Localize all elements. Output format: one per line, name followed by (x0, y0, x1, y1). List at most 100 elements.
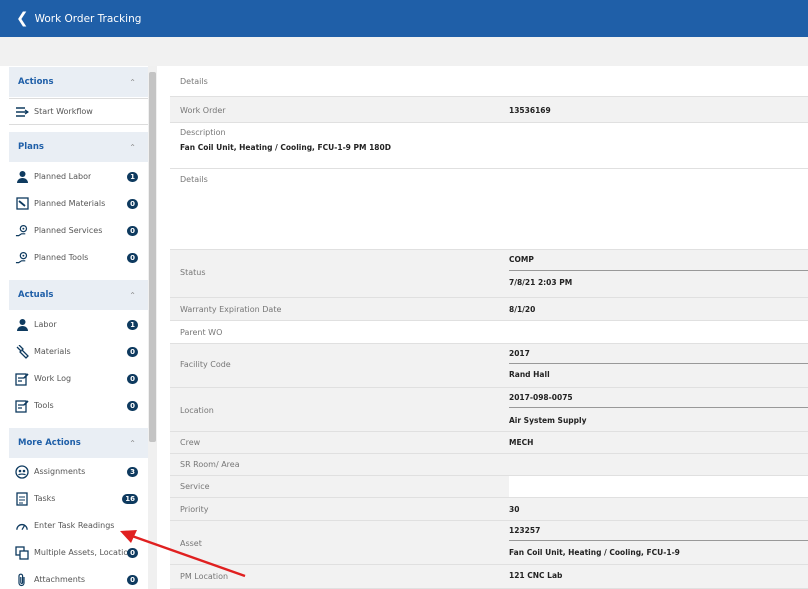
field-work-order: Work Order 13536169 (170, 97, 808, 123)
sidebar-item-label: Tools (34, 401, 54, 410)
sidebar-item-label: Attachments (34, 575, 86, 584)
chevron-up-icon[interactable]: ⌃ (129, 291, 136, 300)
sidebar-item-label: Tasks (34, 494, 56, 503)
field-label: Status (180, 268, 206, 277)
field-priority: Priority 30 (170, 498, 808, 521)
field-label: Description (180, 128, 226, 137)
services-icon (15, 224, 29, 238)
description-value[interactable]: Fan Coil Unit, Heating / Cooling, FCU-1-… (180, 143, 391, 152)
sidebar-item-attachments[interactable]: Attachments 0 (9, 566, 148, 589)
section-title: Plans (18, 142, 44, 152)
field-label: Service (180, 482, 210, 491)
work-order-value: 13536169 (509, 106, 551, 115)
sidebar-item-label: Labor (34, 320, 57, 329)
sidebar-item-tasks[interactable]: Tasks 16 (9, 485, 148, 512)
count-badge: 1 (127, 171, 138, 182)
sidebar-item-assignments[interactable]: Assignments 3 (9, 458, 148, 485)
section-header-actuals[interactable]: Actuals ⌃ (9, 280, 148, 310)
details-section-header: Details (170, 66, 808, 97)
sidebar-item-start-workflow[interactable]: Start Workflow (9, 98, 148, 125)
field-label: Facility Code (180, 360, 231, 369)
section-header-plans[interactable]: Plans ⌃ (9, 132, 148, 162)
count-badge: 0 (127, 346, 138, 357)
count-badge: 0 (127, 400, 138, 411)
service-input[interactable] (509, 476, 808, 497)
field-label: Work Order (180, 106, 226, 115)
count-badge: 0 (127, 373, 138, 384)
worklog-icon (15, 372, 29, 386)
count-badge: 0 (127, 547, 138, 558)
sidebar-item-multiple-assets[interactable]: Multiple Assets, Locations 0 (9, 539, 148, 566)
status-value[interactable]: COMP (509, 255, 534, 264)
count-badge: 0 (127, 252, 138, 263)
location-value[interactable]: 2017-098-0075 (509, 393, 573, 402)
sidebar-item-planned-materials[interactable]: Planned Materials 0 (9, 190, 148, 217)
sidebar-item-label: Planned Tools (34, 253, 89, 262)
field-warranty: Warranty Expiration Date 8/1/20 (170, 298, 808, 321)
asset-value[interactable]: 123257 (509, 526, 540, 535)
sidebar-item-planned-services[interactable]: Planned Services 0 (9, 217, 148, 244)
divider (509, 540, 808, 541)
facility-description: Rand Hall (509, 370, 550, 379)
field-parent-wo[interactable]: Parent WO (170, 321, 808, 344)
count-badge: 0 (127, 198, 138, 209)
field-label: Location (180, 406, 214, 415)
sidebar-item-tools[interactable]: Tools 0 (9, 392, 148, 419)
field-label: Priority (180, 505, 209, 514)
workflow-icon (15, 105, 29, 119)
field-service[interactable]: Service (170, 476, 808, 498)
sidebar-scrollbar-thumb[interactable] (149, 72, 156, 442)
location-description: Air System Supply (509, 416, 587, 425)
tasks-icon (15, 491, 29, 506)
sidebar-item-materials[interactable]: Materials 0 (9, 338, 148, 365)
field-label: PM Location (180, 572, 229, 581)
crew-value[interactable]: MECH (509, 438, 533, 447)
priority-value[interactable]: 30 (509, 505, 519, 514)
chevron-up-icon[interactable]: ⌃ (129, 439, 136, 448)
sidebar-item-planned-tools[interactable]: Planned Tools 0 (9, 244, 148, 271)
field-facility-code: Facility Code 2017 Rand Hall (170, 344, 808, 388)
sidebar-item-label: Assignments (34, 467, 86, 476)
sidebar-item-label: Materials (34, 347, 71, 356)
field-label: Warranty Expiration Date (180, 305, 282, 314)
count-badge: 16 (122, 493, 138, 504)
tools-icon (15, 251, 29, 265)
divider (509, 407, 808, 408)
asset-description: Fan Coil Unit, Heating / Cooling, FCU-1-… (509, 548, 680, 557)
sidebar-item-work-log[interactable]: Work Log 0 (9, 365, 148, 392)
pm-location-value[interactable]: 121 CNC Lab (509, 571, 562, 580)
divider (509, 270, 808, 271)
paperclip-icon (15, 573, 29, 587)
chevron-up-icon[interactable]: ⌃ (129, 78, 136, 87)
field-location: Location 2017-098-0075 Air System Supply (170, 388, 808, 432)
facility-code-value[interactable]: 2017 (509, 349, 530, 358)
details-panel: Details Work Order 13536169 Description … (170, 66, 808, 589)
section-header-more-actions[interactable]: More Actions ⌃ (9, 428, 148, 458)
field-label: Crew (180, 438, 201, 447)
sidebar-item-label: Start Workflow (34, 107, 93, 116)
chevron-up-icon[interactable]: ⌃ (129, 143, 136, 152)
field-status: Status COMP 7/8/21 2:03 PM (170, 250, 808, 298)
page-title: Work Order Tracking (34, 12, 142, 25)
sidebar-item-planned-labor[interactable]: Planned Labor 1 (9, 163, 148, 190)
field-long-details[interactable]: Details (170, 169, 808, 250)
assignments-icon (15, 464, 29, 479)
sidebar-item-label: Multiple Assets, Locations (34, 548, 138, 557)
field-sr-room[interactable]: SR Room/ Area (170, 454, 808, 476)
warranty-value[interactable]: 8/1/20 (509, 305, 535, 314)
sidebar-item-labor[interactable]: Labor 1 (9, 311, 148, 338)
count-badge: 3 (127, 466, 138, 477)
tools-doc-icon (15, 399, 29, 413)
field-label: Details (180, 175, 208, 184)
app-header: ❮ Work Order Tracking (0, 0, 808, 37)
readings-icon (15, 519, 29, 533)
count-badge: 0 (127, 225, 138, 236)
sidebar-item-enter-task-readings[interactable]: Enter Task Readings (9, 512, 148, 539)
field-label: SR Room/ Area (180, 460, 240, 469)
section-header-actions[interactable]: Actions ⌃ (9, 67, 148, 97)
multiple-assets-icon (15, 545, 29, 560)
section-title: Actuals (18, 290, 54, 300)
toolbar-strip (0, 37, 808, 66)
chevron-left-icon[interactable]: ❮ (16, 11, 29, 26)
sidebar-item-label: Enter Task Readings (34, 521, 115, 530)
